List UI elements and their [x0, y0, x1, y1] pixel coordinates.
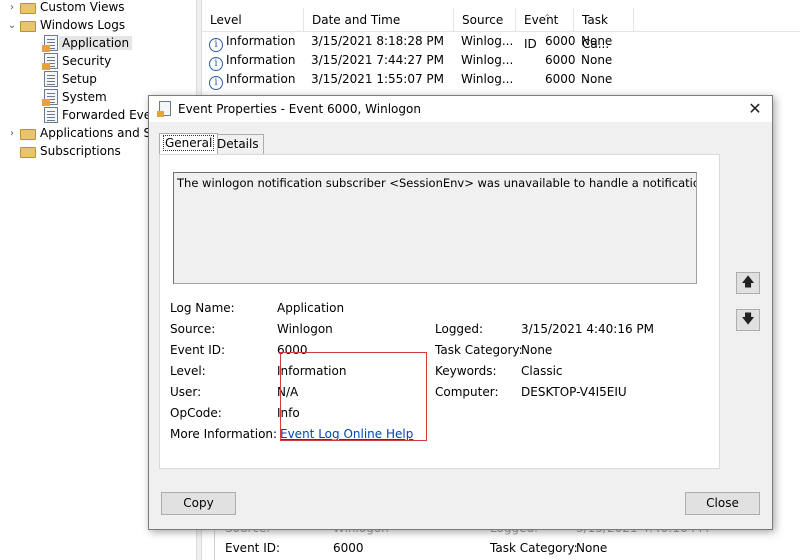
next-event-button[interactable]: 🡇: [736, 309, 760, 331]
log-icon: [42, 53, 58, 70]
chevron-right-icon[interactable]: ›: [6, 128, 18, 139]
tree-item-setup[interactable]: Setup: [40, 70, 97, 88]
logged-value: 3/15/2021 4:40:16 PM: [521, 322, 655, 336]
source-cell: Winlog...: [461, 72, 514, 86]
level-cell: i Information: [209, 51, 295, 71]
level-text: Information: [226, 34, 296, 48]
previous-event-button[interactable]: 🡅: [736, 272, 760, 294]
tree-item-subscriptions[interactable]: Subscriptions: [18, 142, 121, 160]
tab-details[interactable]: Details: [212, 134, 264, 154]
column-header-source[interactable]: Source: [454, 8, 516, 32]
chevron-right-icon[interactable]: ›: [6, 2, 18, 13]
log-icon: [42, 89, 58, 106]
datetime-cell: 3/15/2021 1:55:07 PM: [311, 72, 445, 86]
arrow-up-icon: 🡅: [741, 275, 755, 290]
opcode-label: OpCode:: [170, 406, 222, 420]
logged-label: Logged:: [435, 322, 484, 336]
column-header-level[interactable]: Level: [202, 8, 304, 32]
tree-item-label: Custom Views: [40, 0, 125, 14]
tree-item-label: Subscriptions: [40, 144, 121, 158]
tree-item-application[interactable]: Application: [40, 34, 133, 52]
event-id-cell: 6000: [545, 34, 576, 48]
keywords-label: Keywords:: [435, 364, 497, 378]
computer-value: DESKTOP-V4I5EIU: [521, 385, 627, 399]
annotation-highlight-box: [280, 352, 427, 441]
preview-task-label: Task Category:: [490, 541, 578, 555]
level-label: Level:: [170, 364, 206, 378]
level-text: Information: [226, 53, 296, 67]
log-icon: [42, 35, 58, 52]
sort-caret-icon: ^: [544, 13, 551, 22]
tree-item-label: Security: [62, 54, 112, 68]
level-cell: i Information: [209, 70, 295, 90]
arrow-down-icon: 🡇: [741, 312, 755, 327]
preview-event-id-label: Event ID:: [225, 541, 281, 555]
level-cell: i Information: [209, 32, 295, 52]
column-header-event-id[interactable]: ^ Event ID: [516, 8, 574, 51]
chevron-down-icon[interactable]: ⌄: [6, 20, 18, 31]
preview-event-id-value: 6000: [333, 541, 364, 555]
event-log-icon: [157, 101, 171, 117]
tree-item-label: System: [62, 90, 107, 104]
info-icon: i: [209, 38, 223, 52]
info-icon: i: [209, 76, 223, 90]
event-description[interactable]: The winlogon notification subscriber <Se…: [173, 172, 697, 284]
log-name-value: Application: [277, 301, 345, 315]
datetime-cell: 3/15/2021 7:44:27 PM: [311, 53, 445, 67]
tab-label: Details: [217, 137, 259, 151]
tree-item-label: Application: [59, 36, 133, 50]
source-value: Winlogon: [277, 322, 333, 336]
event-id-cell: 6000: [545, 53, 576, 67]
log-icon: [44, 107, 58, 123]
tree-item-label: Setup: [62, 72, 97, 86]
tree-item-system[interactable]: System: [40, 88, 107, 106]
tab-general[interactable]: General: [159, 133, 219, 154]
task-cell: None: [581, 53, 613, 67]
source-label: Source:: [170, 322, 216, 336]
event-id-cell: 6000: [545, 72, 576, 86]
event-list-header: Level Date and Time Source ^ Event ID Ta…: [202, 8, 800, 51]
folder-icon: [20, 20, 36, 32]
level-text: Information: [226, 72, 296, 86]
preview-task-value: None: [576, 541, 608, 555]
keywords-value: Classic: [521, 364, 563, 378]
user-label: User:: [170, 385, 202, 399]
task-category-label: Task Category:: [435, 343, 523, 357]
source-cell: Winlog...: [461, 53, 514, 67]
general-panel: The winlogon notification subscriber <Se…: [159, 154, 720, 469]
column-header-date[interactable]: Date and Time: [304, 8, 454, 32]
folder-icon: [20, 2, 36, 14]
dialog-title: Event Properties - Event 6000, Winlogon: [178, 102, 421, 116]
info-icon: i: [209, 57, 223, 71]
event-id-label: Event ID:: [170, 343, 226, 357]
computer-label: Computer:: [435, 385, 499, 399]
table-row[interactable]: i Information 3/15/2021 1:55:07 PM Winlog…: [202, 70, 642, 90]
datetime-cell: 3/15/2021 8:18:28 PM: [311, 34, 445, 48]
column-header-task[interactable]: Task Ca...: [574, 8, 634, 51]
source-cell: Winlog...: [461, 34, 514, 48]
dialog-titlebar[interactable]: Event Properties - Event 6000, Winlogon …: [149, 96, 772, 122]
tab-label: General: [162, 135, 215, 151]
task-category-value: None: [521, 343, 553, 357]
table-row[interactable]: i Information 3/15/2021 8:18:28 PM Winlog…: [202, 32, 642, 52]
tree-item-label: Windows Logs: [40, 18, 126, 32]
log-name-label: Log Name:: [170, 301, 235, 315]
more-info-label: More Information:: [170, 427, 278, 441]
tree-item-windows-logs[interactable]: ⌄ Windows Logs: [6, 16, 125, 34]
task-cell: None: [581, 72, 613, 86]
task-cell: None: [581, 34, 613, 48]
tree-item-security[interactable]: Security: [40, 52, 111, 70]
close-icon[interactable]: ✕: [742, 97, 768, 121]
table-row[interactable]: i Information 3/15/2021 7:44:27 PM Winlog…: [202, 51, 642, 71]
folder-icon: [20, 128, 36, 140]
copy-button[interactable]: Copy: [161, 492, 236, 515]
log-icon: [44, 71, 58, 87]
folder-icon: [20, 146, 36, 158]
close-button[interactable]: Close: [685, 492, 760, 515]
event-properties-dialog: Event Properties - Event 6000, Winlogon …: [148, 95, 773, 530]
tree-item-custom-views[interactable]: › Custom Views: [6, 0, 125, 16]
